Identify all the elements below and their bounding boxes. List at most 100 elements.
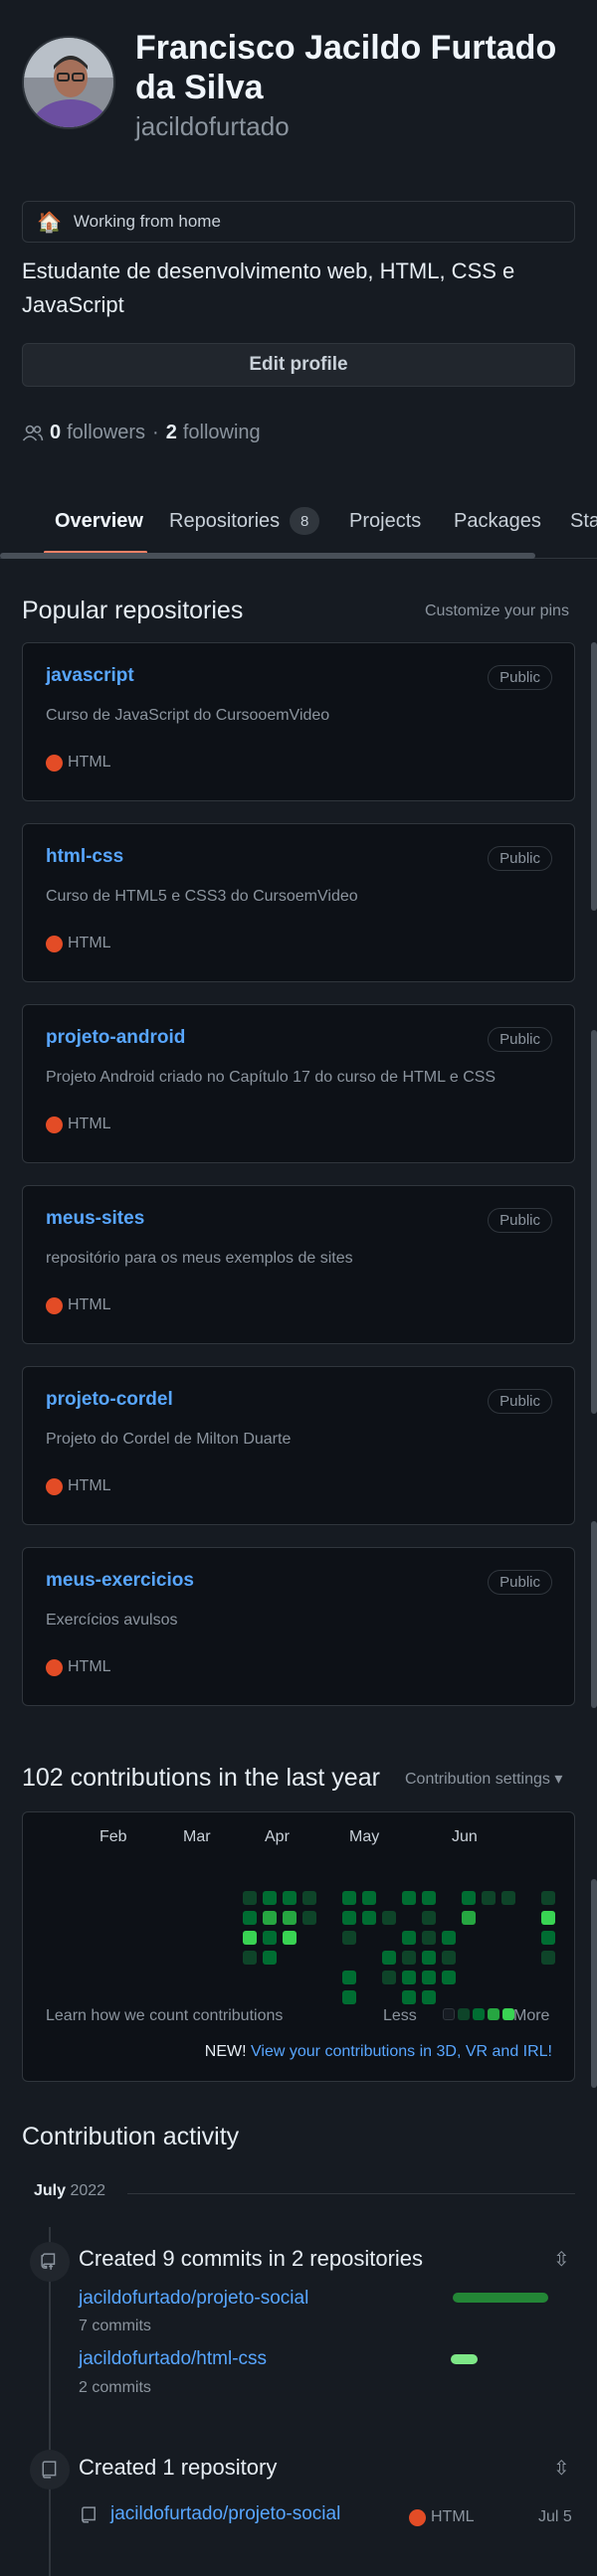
contribution-day[interactable] — [541, 1931, 555, 1945]
contribution-day[interactable] — [243, 1911, 257, 1925]
following-link[interactable]: 2 following — [166, 422, 261, 444]
contribution-day[interactable] — [243, 1951, 257, 1965]
contribution-day[interactable] — [283, 1911, 297, 1925]
contribution-activity-title: Contribution activity — [22, 2123, 240, 2150]
pinned-scrollbar-3[interactable] — [591, 1521, 597, 1708]
tab-repositories[interactable]: Repositories 8 — [169, 503, 320, 539]
created-repo-language: HTML — [409, 2508, 475, 2526]
edit-profile-button[interactable]: Edit profile — [22, 343, 575, 387]
graph-scrollbar[interactable] — [591, 1879, 597, 2088]
tab-packages[interactable]: Packages — [454, 503, 541, 539]
repo-card: meus-exercicios Public Exercícios avulso… — [22, 1547, 575, 1706]
repo-name-link[interactable]: javascript — [46, 665, 134, 687]
user-status[interactable]: 🏠 Working from home — [22, 201, 575, 243]
legend-cell — [473, 2008, 485, 2020]
contribution-day[interactable] — [283, 1931, 297, 1945]
pinned-scrollbar-1[interactable] — [591, 642, 597, 911]
fold-icon[interactable]: ⇳ — [553, 2456, 570, 2481]
fold-icon[interactable]: ⇳ — [553, 2247, 570, 2272]
visibility-badge: Public — [488, 1389, 552, 1414]
contribution-day[interactable] — [342, 1931, 356, 1945]
tab-overview[interactable]: Overview — [55, 503, 143, 539]
contribution-day[interactable] — [442, 1951, 456, 1965]
commit-repo-link[interactable]: jacildofurtado/html-css — [79, 2348, 267, 2370]
contribution-day[interactable] — [302, 1891, 316, 1905]
contribution-day[interactable] — [263, 1931, 277, 1945]
repo-language: HTML — [46, 1116, 111, 1133]
repo-description: Projeto do Cordel de Milton Duarte — [46, 1431, 292, 1448]
contributions-title: 102 contributions in the last year — [22, 1764, 380, 1792]
contribution-day[interactable] — [382, 1951, 396, 1965]
contribution-day[interactable] — [342, 1891, 356, 1905]
repo-icon — [82, 2506, 96, 2523]
contribution-day[interactable] — [462, 1911, 476, 1925]
repo-description: Projeto Android criado no Capítulo 17 do… — [46, 1069, 497, 1086]
contribution-day[interactable] — [342, 1911, 356, 1925]
contribution-day[interactable] — [442, 1931, 456, 1945]
contribution-graph: Feb Mar Apr May Jun Learn how we count c… — [22, 1811, 575, 2082]
repo-name-link[interactable]: projeto-cordel — [46, 1389, 173, 1411]
contribution-day[interactable] — [243, 1891, 257, 1905]
commit-share-bar — [453, 2293, 548, 2303]
visibility-badge: Public — [488, 1208, 552, 1233]
followers-link[interactable]: 0 followers — [50, 422, 145, 444]
contribution-day[interactable] — [342, 1990, 356, 2004]
contribution-day[interactable] — [422, 1990, 436, 2004]
tab-stars[interactable]: Sta — [570, 503, 597, 539]
contribution-day[interactable] — [422, 1971, 436, 1984]
contribution-day[interactable] — [541, 1911, 555, 1925]
language-color-dot — [46, 935, 63, 952]
contribution-day[interactable] — [263, 1911, 277, 1925]
contribution-day[interactable] — [442, 1971, 456, 1984]
avatar[interactable] — [22, 36, 115, 129]
commit-repo-link[interactable]: jacildofurtado/projeto-social — [79, 2288, 308, 2310]
contribution-day[interactable] — [402, 1931, 416, 1945]
contribution-day[interactable] — [302, 1911, 316, 1925]
contribution-day[interactable] — [263, 1891, 277, 1905]
contribution-day[interactable] — [541, 1891, 555, 1905]
repo-name-link[interactable]: meus-sites — [46, 1208, 144, 1230]
customize-pins-link[interactable]: Customize your pins — [425, 602, 569, 620]
contribution-day[interactable] — [382, 1911, 396, 1925]
contribution-day[interactable] — [422, 1931, 436, 1945]
repo-name-link[interactable]: meus-exercicios — [46, 1570, 194, 1592]
repo-description: Curso de JavaScript do CursooemVideo — [46, 707, 330, 724]
pinned-scrollbar-2[interactable] — [591, 1030, 597, 1414]
repo-card: projeto-cordel Public Projeto do Cordel … — [22, 1366, 575, 1525]
contribution-settings-dropdown[interactable]: Contribution settings ▾ — [405, 1769, 562, 1789]
contribution-day[interactable] — [283, 1891, 297, 1905]
contribution-day[interactable] — [362, 1911, 376, 1925]
contribution-day[interactable] — [243, 1931, 257, 1945]
visibility-badge: Public — [488, 846, 552, 871]
tabs-scrollbar[interactable] — [0, 553, 535, 559]
visibility-badge: Public — [488, 1027, 552, 1052]
contribution-day[interactable] — [263, 1951, 277, 1965]
language-color-dot — [46, 1116, 63, 1133]
repo-description: Curso de HTML5 e CSS3 do CursoemVideo — [46, 888, 358, 905]
contribution-day[interactable] — [501, 1891, 515, 1905]
contribution-day[interactable] — [541, 1951, 555, 1965]
view-3d-link[interactable]: View your contributions in 3D, VR and IR… — [251, 2043, 552, 2060]
contribution-day[interactable] — [482, 1891, 496, 1905]
contribution-day[interactable] — [342, 1971, 356, 1984]
tab-projects[interactable]: Projects — [349, 503, 421, 539]
repo-name-link[interactable]: html-css — [46, 846, 123, 868]
contribution-day[interactable] — [402, 1971, 416, 1984]
contribution-day[interactable] — [382, 1971, 396, 1984]
contribution-day[interactable] — [422, 1891, 436, 1905]
activity-month: July 2022 — [34, 2182, 118, 2200]
contribution-day[interactable] — [402, 1990, 416, 2004]
repo-name-link[interactable]: projeto-android — [46, 1027, 185, 1049]
contribution-day[interactable] — [422, 1951, 436, 1965]
commit-count-link[interactable]: 2 commits — [79, 2379, 151, 2397]
created-repo-link[interactable]: jacildofurtado/projeto-social — [110, 2503, 340, 2525]
contribution-day[interactable] — [422, 1911, 436, 1925]
learn-contributions-link[interactable]: Learn how we count contributions — [46, 2007, 283, 2025]
commit-count-link[interactable]: 7 commits — [79, 2318, 151, 2335]
contribution-day[interactable] — [402, 1951, 416, 1965]
contribution-day[interactable] — [362, 1891, 376, 1905]
contribution-day[interactable] — [462, 1891, 476, 1905]
new-3d-notice: NEW! View your contributions in 3D, VR a… — [204, 2043, 552, 2060]
contribution-day[interactable] — [402, 1891, 416, 1905]
repo-icon — [30, 2450, 70, 2490]
